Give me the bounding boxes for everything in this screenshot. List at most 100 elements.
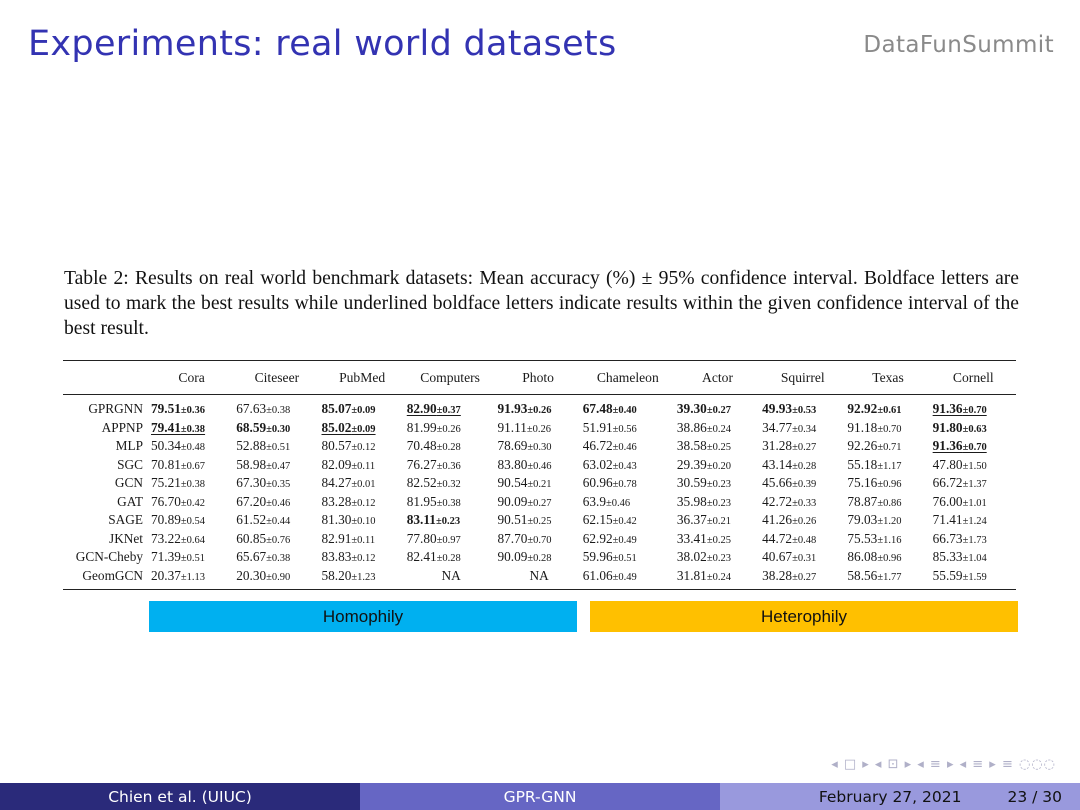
table-header-row: Cora Citeseer PubMed Computers Photo Chameleo… xyxy=(63,360,1016,395)
mean-accuracy: 58.20 xyxy=(321,567,352,583)
confidence-interval: ±0.01 xyxy=(351,479,376,491)
confidence-interval: ±0.51 xyxy=(612,553,637,565)
column-header: Cora xyxy=(149,360,235,395)
result-cell: 90.09±0.28 xyxy=(495,548,580,567)
column-header: Cornell xyxy=(930,360,1016,395)
mean-accuracy: 83.11 xyxy=(406,512,436,528)
confidence-interval: ±0.24 xyxy=(706,423,731,435)
method-name: GCN xyxy=(114,475,143,491)
result-value-group: 79.03±1.20 xyxy=(847,512,901,527)
mean-accuracy: 75.16 xyxy=(847,475,878,491)
mean-accuracy: 67.20 xyxy=(236,493,267,509)
confidence-interval: ±0.46 xyxy=(612,442,637,454)
mean-accuracy: 46.72 xyxy=(582,438,613,454)
result-value-group: 71.39±0.51 xyxy=(151,549,205,564)
result-value-group: 61.06±0.49 xyxy=(583,568,637,583)
confidence-interval: ±0.27 xyxy=(527,497,552,509)
confidence-interval: ±1.17 xyxy=(877,460,902,472)
result-cell: 70.81±0.67 xyxy=(149,456,234,475)
result-value-group: 20.30±0.90 xyxy=(236,568,290,583)
result-value-group: 70.81±0.67 xyxy=(151,457,205,472)
mean-accuracy: 75.53 xyxy=(847,530,878,546)
result-value-group: 38.86±0.24 xyxy=(677,420,731,435)
result-cell: 40.67±0.31 xyxy=(760,548,845,567)
confidence-interval: ±1.13 xyxy=(180,571,206,583)
confidence-interval: ±0.86 xyxy=(877,497,902,509)
result-cell: 61.06±0.49 xyxy=(581,567,675,590)
result-value-group: 76.00±1.01 xyxy=(933,494,987,509)
mean-accuracy: 20.37 xyxy=(151,567,181,583)
mean-accuracy: 90.09 xyxy=(497,549,528,565)
mean-accuracy: 30.59 xyxy=(676,475,707,491)
confidence-interval: ±0.46 xyxy=(266,497,291,509)
result-value-group: 81.95±0.38 xyxy=(407,494,461,509)
result-value-group: 49.93±0.53 xyxy=(762,401,816,416)
result-value-group: 55.18±1.17 xyxy=(847,457,901,472)
result-value-group: 36.37±0.21 xyxy=(677,512,731,527)
result-value-group: 82.52±0.32 xyxy=(407,475,461,490)
result-cell: 38.58±0.25 xyxy=(675,437,760,456)
confidence-interval: ±0.12 xyxy=(351,442,376,454)
result-value-group: 91.36±0.70 xyxy=(933,401,987,416)
result-cell: 91.80±0.63 xyxy=(931,419,1016,438)
mean-accuracy: 91.11 xyxy=(497,419,527,435)
confidence-interval: ±0.51 xyxy=(266,442,291,454)
confidence-interval: ±0.21 xyxy=(527,479,552,491)
result-value-group: 83.11±0.23 xyxy=(407,512,460,527)
mean-accuracy: 42.72 xyxy=(762,493,793,509)
mean-accuracy: 29.39 xyxy=(676,456,707,472)
mean-accuracy: 80.57 xyxy=(321,438,352,454)
confidence-interval: ±1.77 xyxy=(877,571,902,583)
confidence-interval: ±0.30 xyxy=(527,442,552,454)
mean-accuracy: 63.9 xyxy=(582,493,607,509)
table-row: SGC 70.81±0.67 58.98±0.47 82.09±0.11 76.27±0… xyxy=(63,456,1016,475)
confidence-interval: ±0.76 xyxy=(266,534,291,546)
mean-accuracy: 70.48 xyxy=(406,438,437,454)
result-cell: 63.9±0.46 xyxy=(581,493,675,512)
confidence-interval: ±0.96 xyxy=(877,479,902,491)
result-value-group: 75.53±1.16 xyxy=(847,531,901,546)
result-value-group: 77.80±0.97 xyxy=(407,531,461,546)
result-cell: 79.03±1.20 xyxy=(845,511,930,530)
mean-accuracy: 83.28 xyxy=(321,493,352,509)
mean-accuracy: 91.18 xyxy=(847,419,878,435)
result-value-group: 90.09±0.27 xyxy=(497,494,551,509)
mean-accuracy: 50.34 xyxy=(151,438,181,454)
result-cell: 86.08±0.96 xyxy=(845,548,930,567)
result-cell: 83.83±0.12 xyxy=(320,548,405,567)
method-name: SAGE xyxy=(108,512,143,528)
method-name: GCN-Cheby xyxy=(75,549,143,565)
mean-accuracy: 45.66 xyxy=(762,475,793,491)
footer-date: February 27, 2021 xyxy=(818,787,962,806)
confidence-interval: ±0.28 xyxy=(436,553,461,565)
confidence-interval: ±0.38 xyxy=(436,497,461,509)
mean-accuracy: 49.93 xyxy=(762,401,793,417)
mean-accuracy: 63.02 xyxy=(582,456,613,472)
result-cell: 61.52±0.44 xyxy=(234,511,319,530)
result-value-group: 20.37±1.13 xyxy=(151,568,205,583)
method-name: GPRGNN xyxy=(88,401,143,417)
result-cell: 47.80±1.50 xyxy=(931,456,1016,475)
brand-logo-text: DataFunSummit xyxy=(863,32,1054,58)
confidence-interval: ±0.21 xyxy=(706,516,731,528)
confidence-interval: ±0.42 xyxy=(612,516,637,528)
result-cell: 82.52±0.32 xyxy=(405,474,496,493)
result-value-group: 62.92±0.49 xyxy=(583,531,637,546)
result-value-group: 85.02±0.09 xyxy=(322,420,376,435)
confidence-interval: ±0.70 xyxy=(962,442,987,454)
beamer-navigation-icons[interactable]: ◂ □ ▸ ◂ ⊡ ▸ ◂ ≡ ▸ ◂ ≡ ▸ ≡ ◌◌◌ xyxy=(831,757,1056,772)
confidence-interval: ±0.26 xyxy=(527,405,552,417)
column-header: Texas xyxy=(845,360,931,395)
result-value-group: 63.9±0.46 xyxy=(583,494,630,509)
mean-accuracy: 90.09 xyxy=(497,493,528,509)
mean-accuracy: 58.56 xyxy=(847,567,878,583)
result-value-group: 90.54±0.21 xyxy=(497,475,551,490)
confidence-interval: ±0.26 xyxy=(436,423,461,435)
mean-accuracy: 85.02 xyxy=(321,419,352,435)
footer-bar: Chien et al. (UIUC) GPR-GNN February 27,… xyxy=(0,783,1080,810)
result-value-group: 83.28±0.12 xyxy=(322,494,376,509)
result-value-group: 62.15±0.42 xyxy=(583,512,637,527)
mean-accuracy: 92.92 xyxy=(847,401,878,417)
result-value-group: 91.93±0.26 xyxy=(497,401,551,416)
mean-accuracy: 84.27 xyxy=(321,475,352,491)
